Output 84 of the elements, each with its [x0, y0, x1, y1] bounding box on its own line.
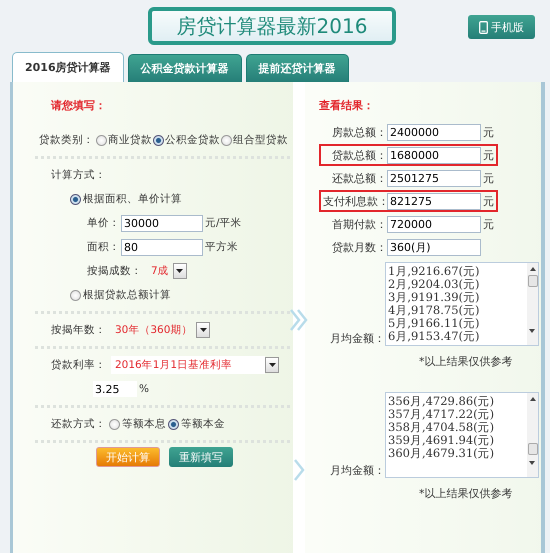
result-field[interactable]: 2501275	[387, 170, 481, 186]
scrollbar[interactable]	[527, 393, 538, 477]
field-label: 贷款类别：	[39, 133, 94, 147]
field-label: 首期付款：	[331, 216, 387, 232]
scroll-up-icon[interactable]	[530, 267, 536, 271]
result-field[interactable]: 720000	[387, 216, 481, 232]
calculator-tab[interactable]: 公积金贷款计算器	[128, 54, 242, 82]
input-field[interactable]: 30000	[121, 214, 203, 232]
radio-label: 等额本金	[181, 417, 225, 431]
radio-button[interactable]	[70, 290, 81, 300]
payment-line: 360月,4679.31(元)	[388, 447, 496, 460]
radio-label: 根据面积、单价计算	[83, 192, 182, 206]
unit-label: 元/平米	[205, 216, 242, 230]
field-label: 月均金额：	[329, 331, 385, 346]
payment-line: 5月,9166.11(元)	[388, 317, 481, 330]
unit-label: 元	[483, 216, 494, 232]
radio-button[interactable]	[70, 194, 81, 204]
field-label: 月均金额：	[329, 463, 385, 478]
radio-button[interactable]	[168, 418, 179, 430]
field-label: 面积：	[87, 240, 120, 254]
radio-label: 公积金贷款	[165, 133, 220, 147]
radio-label: 商业贷款	[108, 133, 152, 147]
payment-line: 358月,4704.58(元)	[388, 421, 496, 434]
unit-label: 元	[483, 124, 494, 140]
unit-label: 平方米	[205, 240, 238, 254]
unit-label: 元	[483, 148, 494, 162]
payment-line: 2月,9204.03(元)	[388, 278, 481, 291]
unit-label: %	[139, 383, 149, 395]
scrollbar[interactable]	[527, 263, 538, 345]
field-label: 按揭成数：	[87, 264, 142, 278]
disclaimer-note: *以上结果仅供参考	[418, 354, 514, 368]
scroll-down-icon[interactable]	[529, 461, 535, 465]
radio-label: 组合型贷款	[233, 133, 288, 147]
payment-list[interactable]: 356月,4729.86(元) 357月,4717.22(元) 358月,4704.58(元) 359月,4691.94(元) 360月,4679.31(元)	[385, 392, 539, 478]
calculator-tab[interactable]: 2016房贷计算器	[12, 52, 124, 82]
radio-button[interactable]	[109, 418, 120, 430]
rate-input[interactable]: 3.25	[93, 381, 137, 397]
payment-line: 3月,9191.39(元)	[388, 291, 481, 304]
field-label: 还款总额：	[331, 170, 387, 186]
dropdown-value: 7成	[151, 264, 169, 278]
radio-label: 根据贷款总额计算	[83, 288, 171, 302]
scrollbar-thumb[interactable]	[528, 443, 538, 455]
result-field[interactable]: 1680000	[387, 146, 481, 164]
radio-button[interactable]	[221, 134, 232, 146]
scroll-down-icon[interactable]	[529, 329, 535, 333]
mobile-version-button[interactable]: 手机版	[468, 15, 535, 39]
payment-line: 4月,9178.75(元)	[388, 304, 481, 317]
radio-button[interactable]	[153, 134, 164, 146]
unit-label: 元	[483, 194, 494, 208]
scroll-up-icon[interactable]	[530, 397, 536, 401]
field-label: 按揭年数：	[51, 323, 106, 337]
results-heading: 查看结果：	[319, 98, 375, 114]
result-field[interactable]: 360(月)	[387, 238, 481, 256]
chevron-icon	[293, 458, 305, 482]
field-label: 单价：	[87, 216, 120, 230]
field-label: 计算方式：	[51, 168, 106, 182]
unit-label: 元	[483, 170, 494, 186]
reset-button[interactable]: 重新填写	[169, 447, 233, 467]
field-label: 房款总额：	[331, 124, 387, 140]
payment-line: 1月,9216.67(元)	[388, 265, 481, 278]
field-label: 还款方式：	[51, 417, 106, 431]
radio-button[interactable]	[96, 134, 107, 146]
dropdown-value: 30年（360期）	[115, 323, 192, 337]
disclaimer-note: *以上结果仅供参考	[418, 486, 514, 500]
payment-list[interactable]: 1月,9216.67(元) 2月,9204.03(元) 3月,9191.39(元) 4月,9178.75(元) 5月,9166.11(元) 6月,9153.47(元)	[385, 262, 539, 346]
rate-dropdown[interactable]: 2016年1月1日基准利率	[111, 356, 265, 374]
field-label: 贷款月数：	[331, 240, 387, 254]
result-field[interactable]: 2400000	[387, 124, 481, 140]
payment-line: 6月,9153.47(元)	[388, 330, 481, 343]
payment-line: 356月,4729.86(元)	[388, 395, 496, 408]
radio-label: 等额本息	[122, 417, 166, 431]
field-label: 支付利息款：	[323, 194, 387, 208]
result-field[interactable]: 821275	[387, 192, 481, 210]
field-label: 贷款利率：	[51, 358, 106, 372]
form-heading: 请您填写：	[50, 98, 107, 114]
chevron-icon	[289, 308, 309, 332]
calculator-tab[interactable]: 提前还贷计算器	[246, 54, 349, 82]
payment-line: 357月,4717.22(元)	[388, 408, 496, 421]
phone-icon	[479, 20, 488, 34]
payment-line: 359月,4691.94(元)	[388, 434, 496, 447]
field-label: 贷款总额：	[331, 148, 387, 162]
input-field[interactable]: 80	[121, 238, 203, 256]
page-title: 房贷计算器最新2016	[148, 7, 396, 45]
scrollbar-thumb[interactable]	[528, 275, 538, 287]
